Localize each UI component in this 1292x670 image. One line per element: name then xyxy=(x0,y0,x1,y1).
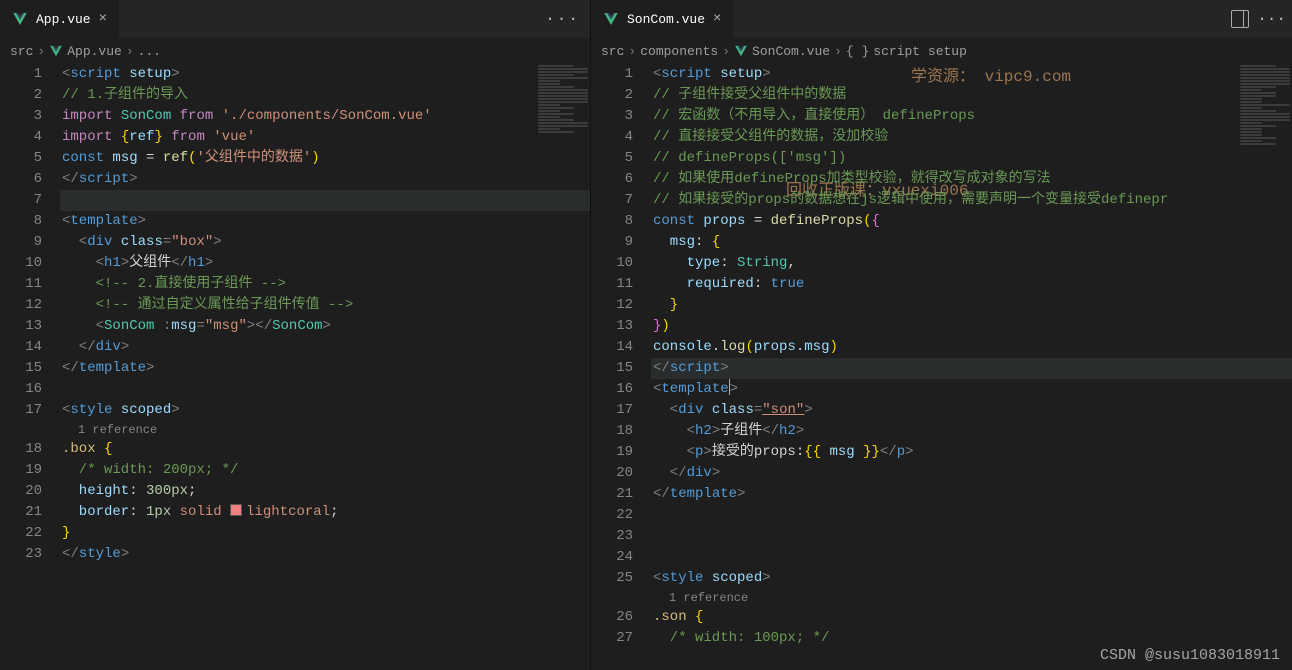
code-line: </div> xyxy=(651,463,1292,484)
code-line: // 子组件接受父组件中的数据 xyxy=(651,85,1292,106)
csdn-watermark: CSDN @susu1083018911 xyxy=(1100,647,1280,664)
code-line: import {ref} from 'vue' xyxy=(60,127,590,148)
code-line: .son { xyxy=(651,607,1292,628)
chevron-right-icon: › xyxy=(834,44,842,59)
chevron-right-icon: › xyxy=(722,44,730,59)
code-line: <h1>父组件</h1> xyxy=(60,253,590,274)
code-line xyxy=(60,379,590,400)
code-line: const msg = ref('父组件中的数据') xyxy=(60,148,590,169)
code-line: const props = defineProps({ xyxy=(651,211,1292,232)
close-icon[interactable]: × xyxy=(713,12,721,26)
code-line: // 直接接受父组件的数据，没加校验 xyxy=(651,127,1292,148)
more-icon[interactable]: ··· xyxy=(1257,10,1286,28)
code-line: </template> xyxy=(60,358,590,379)
tab-soncom-vue[interactable]: SonCom.vue × xyxy=(591,0,734,38)
code-line: </div> xyxy=(60,337,590,358)
code-line: <template> xyxy=(60,211,590,232)
chevron-right-icon: › xyxy=(37,44,45,59)
codelens[interactable]: 1 reference xyxy=(60,421,590,439)
crumb[interactable]: ... xyxy=(138,44,161,59)
code-line: /* width: 200px; */ xyxy=(60,460,590,481)
code-line: <template> xyxy=(651,379,1292,400)
code-line: border: 1px solid lightcoral; xyxy=(60,502,590,523)
code-lines-left[interactable]: <script setup> // 1.子组件的导入 import SonCom… xyxy=(60,64,590,565)
code-line: </script> xyxy=(60,169,590,190)
code-line: <style scoped> xyxy=(60,400,590,421)
code-line: <SonCom :msg="msg"></SonCom> xyxy=(60,316,590,337)
tabbar-left: App.vue × ··· xyxy=(0,0,590,38)
code-line: msg: { xyxy=(651,232,1292,253)
pane-left: App.vue × ··· src › App.vue › ... 123456… xyxy=(0,0,591,670)
code-line xyxy=(651,547,1292,568)
code-line: <div class="box"> xyxy=(60,232,590,253)
code-line: <script setup> xyxy=(60,64,590,85)
chevron-right-icon: › xyxy=(126,44,134,59)
code-area-right[interactable]: 学资源： vipc9.com 回收正版课：vxuexi006 123456789… xyxy=(591,64,1292,670)
code-line: // 如果使用defineProps加类型校验，就得改写成对象的写法 xyxy=(651,169,1292,190)
tabbar-right: SonCom.vue × ··· xyxy=(591,0,1292,38)
code-line: } xyxy=(60,523,590,544)
code-line: </style> xyxy=(60,544,590,565)
tab-label: App.vue xyxy=(36,12,91,27)
code-line: <style scoped> xyxy=(651,568,1292,589)
crumb[interactable]: SonCom.vue xyxy=(752,44,830,59)
crumb[interactable]: script setup xyxy=(873,44,967,59)
code-line: required: true xyxy=(651,274,1292,295)
codelens[interactable]: 1 reference xyxy=(651,589,1292,607)
pane-right: SonCom.vue × ··· src › components › SonC… xyxy=(591,0,1292,670)
more-icon[interactable]: ··· xyxy=(545,10,580,28)
code-line: /* width: 100px; */ xyxy=(651,628,1292,649)
code-line: }) xyxy=(651,316,1292,337)
code-line: <div class="son"> xyxy=(651,400,1292,421)
code-line xyxy=(651,505,1292,526)
code-lines-right[interactable]: <script setup> // 子组件接受父组件中的数据 // 宏函数（不用… xyxy=(651,64,1292,649)
code-area-left[interactable]: 1234567891011121314151617181920212223 <s… xyxy=(0,64,590,670)
layout-icon[interactable] xyxy=(1231,10,1249,28)
code-line: } xyxy=(651,295,1292,316)
breadcrumb-right[interactable]: src › components › SonCom.vue › { } scri… xyxy=(591,38,1292,64)
tab-label: SonCom.vue xyxy=(627,12,705,27)
vue-icon xyxy=(49,44,63,58)
code-line: // defineProps(['msg']) xyxy=(651,148,1292,169)
code-line: // 1.子组件的导入 xyxy=(60,85,590,106)
code-line: import SonCom from './components/SonCom.… xyxy=(60,106,590,127)
color-swatch xyxy=(230,504,242,516)
crumb[interactable]: src xyxy=(10,44,33,59)
tab-app-vue[interactable]: App.vue × xyxy=(0,0,120,38)
breadcrumb-left[interactable]: src › App.vue › ... xyxy=(0,38,590,64)
code-line xyxy=(651,526,1292,547)
vue-icon xyxy=(734,44,748,58)
vue-icon xyxy=(12,11,28,27)
code-line: <h2>子组件</h2> xyxy=(651,421,1292,442)
code-line: type: String, xyxy=(651,253,1292,274)
code-line: console.log(props.msg) xyxy=(651,337,1292,358)
code-line: // 宏函数（不用导入，直接使用） defineProps xyxy=(651,106,1292,127)
editor-split: App.vue × ··· src › App.vue › ... 123456… xyxy=(0,0,1292,670)
code-line xyxy=(60,190,590,211)
code-line: </script> xyxy=(651,358,1292,379)
braces-icon: { } xyxy=(846,44,869,59)
code-line: <!-- 2.直接使用子组件 --> xyxy=(60,274,590,295)
vue-icon xyxy=(603,11,619,27)
crumb[interactable]: App.vue xyxy=(67,44,122,59)
code-line: .box { xyxy=(60,439,590,460)
code-line: height: 300px; xyxy=(60,481,590,502)
code-line: <script setup> xyxy=(651,64,1292,85)
close-icon[interactable]: × xyxy=(99,12,107,26)
chevron-right-icon: › xyxy=(628,44,636,59)
code-line: </template> xyxy=(651,484,1292,505)
code-line: // 如果接受的props的数据想在js逻辑中使用，需要声明一个变量接受defi… xyxy=(651,190,1292,211)
gutter-right: 1234567891011121314151617181920212223242… xyxy=(591,64,651,649)
gutter-left: 1234567891011121314151617181920212223 xyxy=(0,64,60,565)
crumb[interactable]: src xyxy=(601,44,624,59)
crumb[interactable]: components xyxy=(640,44,718,59)
code-line: <p>接受的props:{{ msg }}</p> xyxy=(651,442,1292,463)
code-line: <!-- 通过自定义属性给子组件传值 --> xyxy=(60,295,590,316)
